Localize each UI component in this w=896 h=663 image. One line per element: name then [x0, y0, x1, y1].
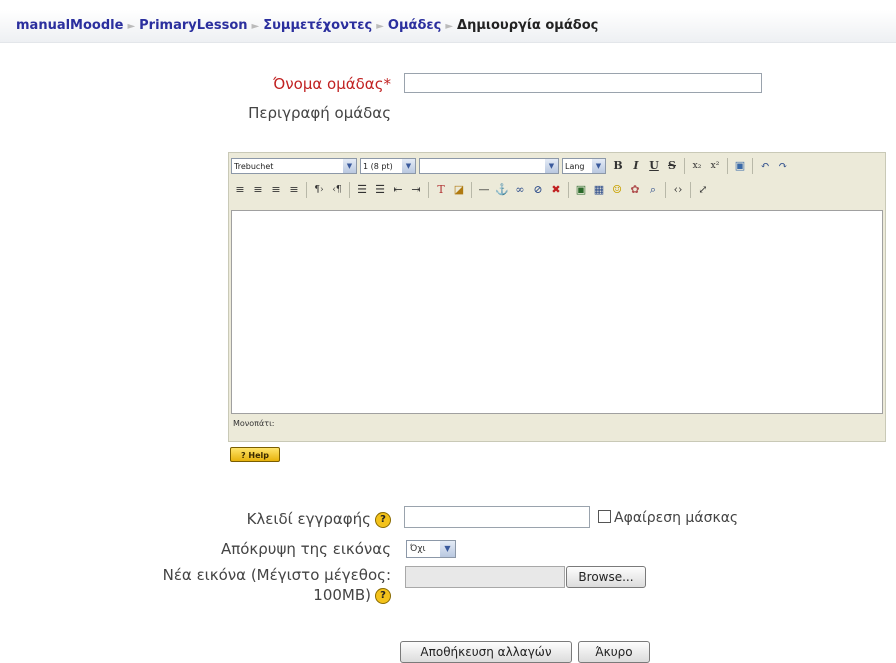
heading-select[interactable]: ▼: [419, 158, 559, 174]
anchor-icon[interactable]: ⚓: [493, 181, 511, 199]
toolbar-divider: [684, 158, 685, 174]
subscript-icon[interactable]: x₂: [688, 157, 706, 175]
chevron-down-icon: ▼: [592, 159, 605, 173]
toolbar-divider: [690, 182, 691, 198]
editor-toolbar-row-1: Trebuchet ▼ 1 (8 pt) ▼ ▼ Lang ▼ B I U S x₂ …: [231, 155, 792, 177]
file-path-input[interactable]: [405, 566, 565, 588]
align-center-icon[interactable]: ≡: [249, 181, 267, 199]
hide-picture-label: Απόκρυψη της εικόνας: [220, 540, 391, 558]
breadcrumb-separator: ►: [127, 21, 136, 32]
lang-value: Lang: [565, 161, 585, 171]
unmask-label: Αφαίρεση μάσκας: [614, 510, 739, 526]
outdent-icon[interactable]: ⇤: [389, 181, 407, 199]
background-color-icon[interactable]: ◪: [450, 181, 468, 199]
hide-picture-select[interactable]: Όχι ▼: [406, 540, 456, 558]
breadcrumb: manualMoodle ► PrimaryLesson ► Συμμετέχοντες…: [16, 18, 598, 33]
strikethrough-icon[interactable]: S: [663, 157, 681, 175]
toolbar-divider: [752, 158, 753, 174]
breadcrumb-current: Δημιουργία ομάδος: [457, 18, 599, 33]
underline-icon[interactable]: U: [645, 157, 663, 175]
html-editor: Trebuchet ▼ 1 (8 pt) ▼ ▼ Lang ▼ B I U S x₂ …: [228, 152, 886, 442]
unlink-icon[interactable]: ⊘: [529, 181, 547, 199]
help-icon[interactable]: ?: [375, 587, 391, 604]
enrolment-key-label: Κλειδί εγγραφής: [246, 510, 371, 528]
editor-path-label: Μονοπάτι:: [233, 419, 275, 428]
italic-icon[interactable]: I: [627, 157, 645, 175]
smiley-icon[interactable]: ☺: [608, 181, 626, 199]
breadcrumb-link-groups[interactable]: Ομάδες: [388, 18, 441, 33]
toolbar-divider: [665, 182, 666, 198]
group-name-input[interactable]: [404, 73, 762, 93]
indent-icon[interactable]: ⇥: [407, 181, 425, 199]
breadcrumb-separator: ►: [376, 21, 384, 32]
enrolment-key-input[interactable]: [404, 506, 590, 528]
html-source-icon[interactable]: ‹›: [669, 181, 687, 199]
save-button[interactable]: Αποθήκευση αλλαγών: [400, 641, 572, 663]
breadcrumb-link-course-site[interactable]: manualMoodle: [16, 18, 123, 33]
bold-icon[interactable]: B: [609, 157, 627, 175]
rtl-direction-icon[interactable]: ‹¶: [328, 181, 346, 199]
new-picture-label-line2: 100MB): [313, 586, 371, 604]
navbar: manualMoodle ► PrimaryLesson ► Συμμετέχοντες…: [0, 10, 896, 43]
breadcrumb-link-course[interactable]: PrimaryLesson: [139, 18, 247, 33]
editor-help-button[interactable]: ? Help: [230, 447, 280, 462]
hide-picture-value: Όχι: [410, 544, 426, 554]
chevron-down-icon: ▼: [343, 159, 356, 173]
redo-icon[interactable]: ↷: [774, 157, 792, 175]
ordered-list-icon[interactable]: ☰: [353, 181, 371, 199]
align-right-icon[interactable]: ≡: [267, 181, 285, 199]
toolbar-divider: [727, 158, 728, 174]
nolink-icon[interactable]: ✖: [547, 181, 565, 199]
cancel-button[interactable]: Άκυρο: [578, 641, 650, 663]
unordered-list-icon[interactable]: ☰: [371, 181, 389, 199]
toolbar-divider: [568, 182, 569, 198]
toolbar-divider: [471, 182, 472, 198]
breadcrumb-separator: ►: [445, 21, 454, 32]
toolbar-divider: [428, 182, 429, 198]
description-label: Περιγραφή ομάδας: [248, 104, 391, 122]
image-icon[interactable]: ▣: [572, 181, 590, 199]
search-replace-icon[interactable]: ⌕: [644, 181, 662, 199]
toolbar-divider: [306, 182, 307, 198]
font-family-value: Trebuchet: [234, 161, 274, 171]
browse-button[interactable]: Browse...: [566, 566, 646, 588]
clean-word-icon[interactable]: ▣: [731, 157, 749, 175]
breadcrumb-link-participants[interactable]: Συμμετέχοντες: [263, 18, 372, 33]
enrolment-key-label-row: Κλειδί εγγραφής?: [247, 510, 391, 528]
new-picture-label-line1: Νέα εικόνα (Μέγιστο μέγεθος:: [162, 566, 391, 584]
font-size-select[interactable]: 1 (8 pt) ▼: [360, 158, 416, 174]
link-icon[interactable]: ∞: [511, 181, 529, 199]
ltr-direction-icon[interactable]: ¶›: [310, 181, 328, 199]
undo-icon[interactable]: ↶: [756, 157, 774, 175]
editor-toolbar-row-2: ≡ ≡ ≡ ≡ ¶› ‹¶ ☰ ☰ ⇤ ⇥ T ◪ — ⚓ ∞ ⊘ ✖ ▣ ▦ …: [231, 179, 712, 201]
font-size-value: 1 (8 pt): [363, 161, 393, 171]
unmask-checkbox-row[interactable]: Αφαίρεση μάσκας: [598, 510, 738, 526]
chevron-down-icon: ▼: [545, 159, 558, 173]
fullscreen-icon[interactable]: ⤢: [694, 181, 712, 199]
chevron-down-icon: ▼: [440, 541, 455, 557]
align-left-icon[interactable]: ≡: [231, 181, 249, 199]
group-name-label: Όνομα ομάδας*: [273, 75, 391, 93]
superscript-icon[interactable]: x²: [706, 157, 724, 175]
breadcrumb-separator: ►: [251, 21, 260, 32]
text-color-icon[interactable]: T: [432, 181, 450, 199]
font-family-select[interactable]: Trebuchet ▼: [231, 158, 357, 174]
new-picture-label-row: 100MB)?: [313, 586, 391, 604]
chevron-down-icon: ▼: [402, 159, 415, 173]
lang-select[interactable]: Lang ▼: [562, 158, 606, 174]
justify-icon[interactable]: ≡: [285, 181, 303, 199]
horizontal-rule-icon[interactable]: —: [475, 181, 493, 199]
help-icon[interactable]: ?: [375, 511, 391, 528]
special-char-icon[interactable]: ✿: [626, 181, 644, 199]
editor-content-area[interactable]: [231, 210, 883, 414]
unmask-checkbox[interactable]: [598, 510, 611, 523]
toolbar-divider: [349, 182, 350, 198]
table-icon[interactable]: ▦: [590, 181, 608, 199]
